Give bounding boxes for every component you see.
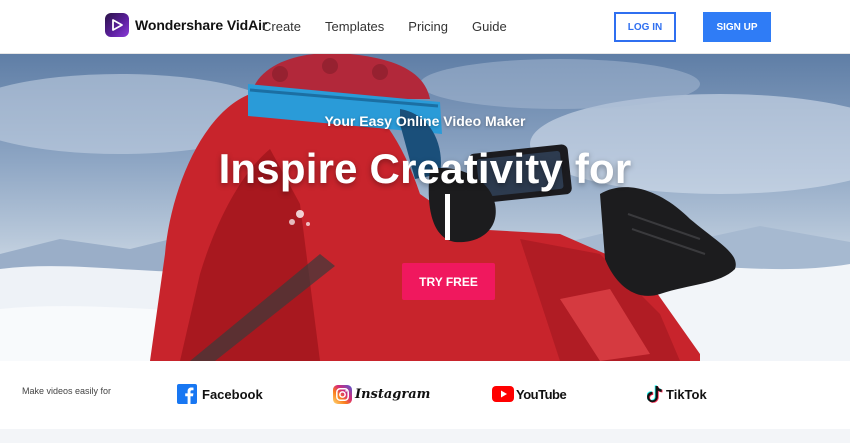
hero-background-image bbox=[0, 54, 850, 361]
nav-item-templates[interactable]: Templates bbox=[325, 19, 384, 34]
platform-name: Facebook bbox=[202, 386, 263, 402]
vidair-logo-icon bbox=[105, 13, 129, 37]
platform-youtube[interactable]: YouTube bbox=[492, 383, 567, 405]
platform-name: TikTok bbox=[666, 386, 707, 402]
youtube-icon bbox=[492, 386, 514, 402]
platform-instagram[interactable]: Instagram bbox=[333, 383, 430, 405]
nav-item-pricing[interactable]: Pricing bbox=[408, 19, 448, 34]
nav-item-create[interactable]: Create bbox=[262, 19, 301, 34]
login-button[interactable]: LOG IN bbox=[614, 12, 676, 42]
section-divider-band bbox=[0, 429, 850, 443]
tiktok-icon bbox=[647, 385, 663, 403]
signup-button[interactable]: SIGN UP bbox=[703, 12, 771, 42]
platform-name: YouTube bbox=[516, 386, 567, 402]
try-free-button[interactable]: TRY FREE bbox=[402, 263, 495, 300]
site-header: Wondershare VidAir Create Templates Pric… bbox=[0, 0, 850, 54]
platforms-strip: Make videos easily for Facebook Instagra… bbox=[0, 361, 850, 429]
brand-logo[interactable]: Wondershare VidAir bbox=[105, 13, 267, 37]
typing-cursor bbox=[445, 194, 450, 240]
platforms-label: Make videos easily for bbox=[22, 386, 112, 396]
facebook-icon bbox=[177, 384, 197, 404]
main-nav: Create Templates Pricing Guide bbox=[262, 19, 531, 34]
brand-name: Wondershare VidAir bbox=[135, 17, 268, 33]
platform-name: Instagram bbox=[355, 386, 431, 402]
hero-tagline: Your Easy Online Video Maker bbox=[324, 113, 526, 129]
hero-section: Your Easy Online Video Maker Inspire Cre… bbox=[0, 54, 850, 361]
hero-headline: Inspire Creativity for bbox=[218, 145, 632, 192]
platform-tiktok[interactable]: TikTok bbox=[647, 383, 707, 405]
platform-facebook[interactable]: Facebook bbox=[177, 383, 263, 405]
nav-item-guide[interactable]: Guide bbox=[472, 19, 507, 34]
instagram-icon bbox=[333, 384, 352, 404]
